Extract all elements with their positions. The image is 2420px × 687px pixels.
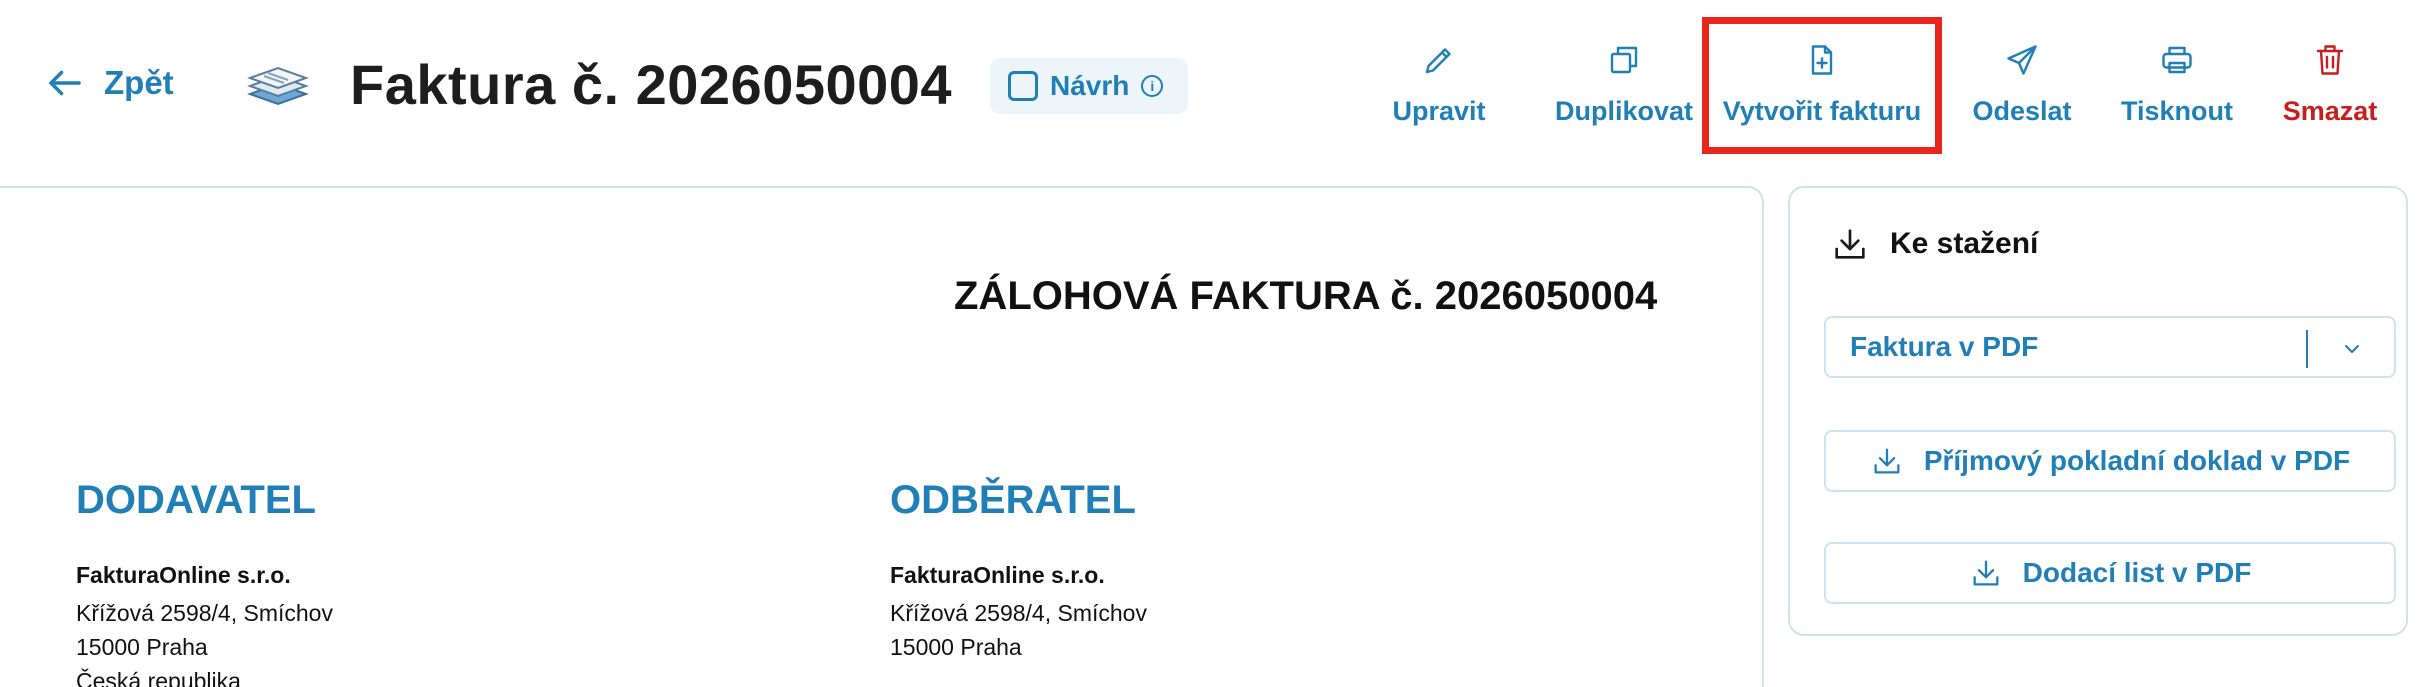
downloads-panel: Ke stažení Faktura v PDF Příjmový poklad… [1788,186,2408,636]
page-header: Zpět Faktura č. 2026050004 Návrh i Uprav… [0,0,2420,186]
customer-name: FakturaOnline s.r.o. [890,562,1105,588]
download-icon [1874,448,1900,474]
status-badge-label: Návrh [1050,70,1130,101]
invoice-heading: ZÁLOHOVÁ FAKTURA č. 2026050004 [954,274,1658,318]
download-icon [1973,560,1999,586]
print-label: Tisknout [2120,96,2233,126]
downloads-heading: Ke stažení [1830,224,2038,264]
chevron-down-icon[interactable] [2340,337,2364,361]
page-title: Faktura č. 2026050004 [350,53,953,116]
trash-icon [2316,45,2344,75]
pdf-format-select[interactable]: Faktura v PDF [1824,316,2396,378]
customer-city: 15000 Praha [890,634,1022,660]
send-button[interactable]: Odeslat [1970,32,2074,142]
status-badge[interactable]: Návrh i [990,58,1188,114]
duplicate-button[interactable]: Duplikovat [1534,32,1714,142]
arrow-left-icon [49,70,81,96]
edit-button[interactable]: Upravit [1392,32,1486,142]
invoice-stack-icon [247,66,309,106]
back-button[interactable]: Zpět [44,62,174,104]
printer-icon [2162,46,2192,74]
supplier-name: FakturaOnline s.r.o. [76,562,291,588]
print-button[interactable]: Tisknout [2118,32,2236,142]
supplier-city: 15000 Praha [76,634,208,660]
duplicate-label: Duplikovat [1554,96,1694,126]
supplier-street: Křížová 2598/4, Smíchov [76,600,333,626]
send-label: Odeslat [1972,96,2072,126]
send-icon [2007,45,2037,75]
edit-label: Upravit [1392,96,1486,126]
downloads-heading-label: Ke stažení [1890,227,2039,260]
customer-street: Křížová 2598/4, Smíchov [890,600,1147,626]
supplier-country: Česká republika [76,668,241,687]
invoice-preview: ZÁLOHOVÁ FAKTURA č. 2026050004 DODAVATEL… [0,186,1764,687]
delivery-note-pdf-button[interactable]: Dodací list v PDF [1824,542,2396,604]
delivery-note-pdf-label: Dodací list v PDF [2022,557,2252,588]
cash-receipt-pdf-label: Příjmový pokladní doklad v PDF [1923,445,2351,476]
pdf-format-value: Faktura v PDF [1850,331,2039,362]
info-icon[interactable]: i [1141,75,1164,97]
checkbox-square-icon [1008,71,1038,101]
download-icon [1835,229,1865,259]
supplier-heading: DODAVATEL [76,478,316,522]
delete-label: Smazat [2282,96,2378,126]
select-divider [2306,330,2308,368]
duplicate-icon [1610,46,1638,74]
delete-button[interactable]: Smazat [2280,32,2380,142]
pencil-icon [1425,48,1451,74]
highlight-frame [1702,17,1942,154]
cash-receipt-pdf-button[interactable]: Příjmový pokladní doklad v PDF [1824,430,2396,492]
customer-heading: ODBĚRATEL [890,478,1136,522]
back-label: Zpět [104,64,174,101]
